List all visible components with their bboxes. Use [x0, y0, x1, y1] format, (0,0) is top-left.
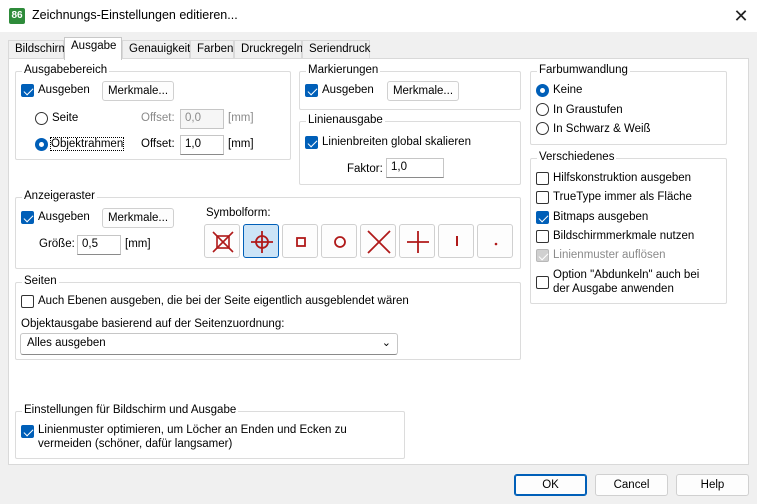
- farb-graustufen-radio[interactable]: [536, 103, 549, 116]
- ok-button[interactable]: OK: [514, 474, 587, 496]
- objektausgabe-select[interactable]: Alles ausgeben ⌄: [20, 333, 398, 355]
- anzeigeraster-ausgeben-label: Ausgeben: [38, 211, 90, 223]
- abdunkeln-label: Option "Abdunkeln" auch bei: [553, 269, 700, 281]
- anzeigeraster-merkmale-button[interactable]: Merkmale...: [102, 208, 174, 228]
- abdunkeln-label-line2: der Ausgabe anwenden: [553, 283, 674, 295]
- hilfskonstruktion-label: Hilfskonstruktion ausgeben: [553, 172, 692, 184]
- square-symbol-icon: [296, 237, 306, 247]
- objektrahmen-radio[interactable]: [35, 138, 48, 151]
- plus-symbol-button[interactable]: [399, 224, 435, 258]
- offset2-label: Offset:: [141, 138, 175, 150]
- plus-symbol-icon: [407, 231, 429, 253]
- bildschirmmerkmale-label: Bildschirmmerkmale nutzen: [553, 230, 695, 242]
- offset2-unit: [mm]: [228, 138, 254, 150]
- markierungen-merkmale-button[interactable]: Merkmale...: [387, 81, 459, 101]
- square-symbol-button[interactable]: [282, 224, 318, 258]
- faktor-label: Faktor:: [347, 163, 383, 175]
- groesse-input[interactable]: 0,5: [77, 235, 121, 255]
- objektrahmen-label: Objektrahmen: [49, 137, 125, 151]
- ausgabebereich-ausgeben-label: Ausgeben: [38, 84, 90, 96]
- farb-schwarzweiss-label: In Schwarz & Weiß: [553, 123, 651, 135]
- ausgabebereich-merkmale-button[interactable]: Merkmale...: [102, 81, 174, 101]
- objektausgabe-value: Alles ausgeben: [27, 337, 106, 349]
- circle-symbol-button[interactable]: [321, 224, 357, 258]
- group-label: Seiten: [22, 275, 59, 287]
- app-icon: 86: [9, 8, 25, 24]
- truetype-label: TrueType immer als Fläche: [553, 191, 692, 203]
- linienbreiten-checkbox[interactable]: [305, 136, 318, 149]
- tab-genauigkeit[interactable]: Genauigkeit: [122, 40, 190, 59]
- square-x-symbol-icon: [212, 231, 234, 253]
- seite-label: Seite: [52, 112, 79, 124]
- vertical-line-symbol-button[interactable]: [438, 224, 474, 258]
- tab-seriendruck[interactable]: Seriendruck: [302, 40, 370, 59]
- help-button[interactable]: Help: [676, 474, 749, 496]
- chevron-down-icon: ⌄: [381, 337, 391, 349]
- linienbreiten-label: Linienbreiten global skalieren: [322, 136, 471, 148]
- close-icon[interactable]: ✕: [728, 4, 754, 28]
- crosshair-circle-symbol-button[interactable]: [243, 224, 279, 258]
- group-label: Farbumwandlung: [537, 64, 630, 76]
- group-label: Anzeigeraster: [22, 190, 97, 202]
- symbolform-label: Symbolform:: [206, 207, 271, 219]
- dot-symbol-icon: [494, 242, 498, 246]
- circle-symbol-icon: [334, 236, 346, 248]
- linienmuster-aufloesen-label: Linienmuster auflösen: [553, 249, 666, 261]
- linienmuster-aufloesen-checkbox[interactable]: [536, 249, 549, 262]
- linienmuster-optimieren-label: Linienmuster optimieren, um Löcher an En…: [38, 424, 347, 436]
- faktor-input[interactable]: 1,0: [386, 158, 444, 178]
- tab-bildschirm[interactable]: Bildschirm: [8, 40, 68, 59]
- ebenen-label: Auch Ebenen ausgeben, die bei der Seite …: [38, 295, 409, 307]
- x-symbol-button[interactable]: [360, 224, 396, 258]
- offset1-unit: [mm]: [228, 112, 254, 124]
- bitmaps-label: Bitmaps ausgeben: [553, 211, 649, 223]
- x-symbol-icon: [367, 230, 391, 254]
- tab-ausgabe[interactable]: Ausgabe: [64, 37, 122, 60]
- group-label: Markierungen: [306, 64, 381, 76]
- group-label: Linienausgabe: [306, 114, 385, 126]
- linienmuster-optimieren-label-line2: vermeiden (schöner, dafür langsamer): [38, 438, 233, 450]
- farb-keine-radio[interactable]: [536, 84, 549, 97]
- cancel-button[interactable]: Cancel: [595, 474, 668, 496]
- ausgabebereich-ausgeben-checkbox[interactable]: [21, 84, 34, 97]
- title-bar: 86 Zeichnungs-Einstellungen editieren...…: [0, 0, 757, 32]
- abdunkeln-checkbox[interactable]: [536, 276, 549, 289]
- anzeigeraster-ausgeben-checkbox[interactable]: [21, 211, 34, 224]
- crosshair-circle-symbol-icon: [251, 231, 273, 253]
- group-label: Ausgabebereich: [22, 64, 110, 76]
- tab-farben[interactable]: Farben: [190, 40, 234, 59]
- farb-keine-label: Keine: [553, 84, 583, 96]
- markierungen-ausgeben-checkbox[interactable]: [305, 84, 318, 97]
- symbol-row: [204, 224, 514, 260]
- farb-graustufen-label: In Graustufen: [553, 104, 623, 116]
- objektausgabe-label: Objektausgabe basierend auf der Seitenzu…: [21, 318, 285, 330]
- groesse-label: Größe:: [39, 238, 75, 250]
- truetype-checkbox[interactable]: [536, 191, 549, 204]
- seite-radio[interactable]: [35, 112, 48, 125]
- group-label: Einstellungen für Bildschirm und Ausgabe: [22, 404, 239, 416]
- linienmuster-optimieren-checkbox[interactable]: [21, 425, 34, 438]
- dot-symbol-button[interactable]: [477, 224, 513, 258]
- bildschirmmerkmale-checkbox[interactable]: [536, 230, 549, 243]
- tab-druckregeln[interactable]: Druckregeln: [234, 40, 303, 59]
- offset1-label: Offset:: [141, 112, 175, 124]
- group-label: Verschiedenes: [537, 151, 617, 163]
- groesse-unit: [mm]: [125, 238, 151, 250]
- farb-schwarzweiss-radio[interactable]: [536, 122, 549, 135]
- vertical-line-symbol-icon: [456, 236, 458, 246]
- bitmaps-checkbox[interactable]: [536, 211, 549, 224]
- offset2-input[interactable]: 1,0: [180, 135, 224, 155]
- markierungen-ausgeben-label: Ausgeben: [322, 84, 374, 96]
- square-x-symbol-button[interactable]: [204, 224, 240, 258]
- ebenen-checkbox[interactable]: [21, 295, 34, 308]
- offset1-input[interactable]: 0,0: [180, 109, 224, 129]
- hilfskonstruktion-checkbox[interactable]: [536, 172, 549, 185]
- window-title: Zeichnungs-Einstellungen editieren...: [32, 8, 238, 22]
